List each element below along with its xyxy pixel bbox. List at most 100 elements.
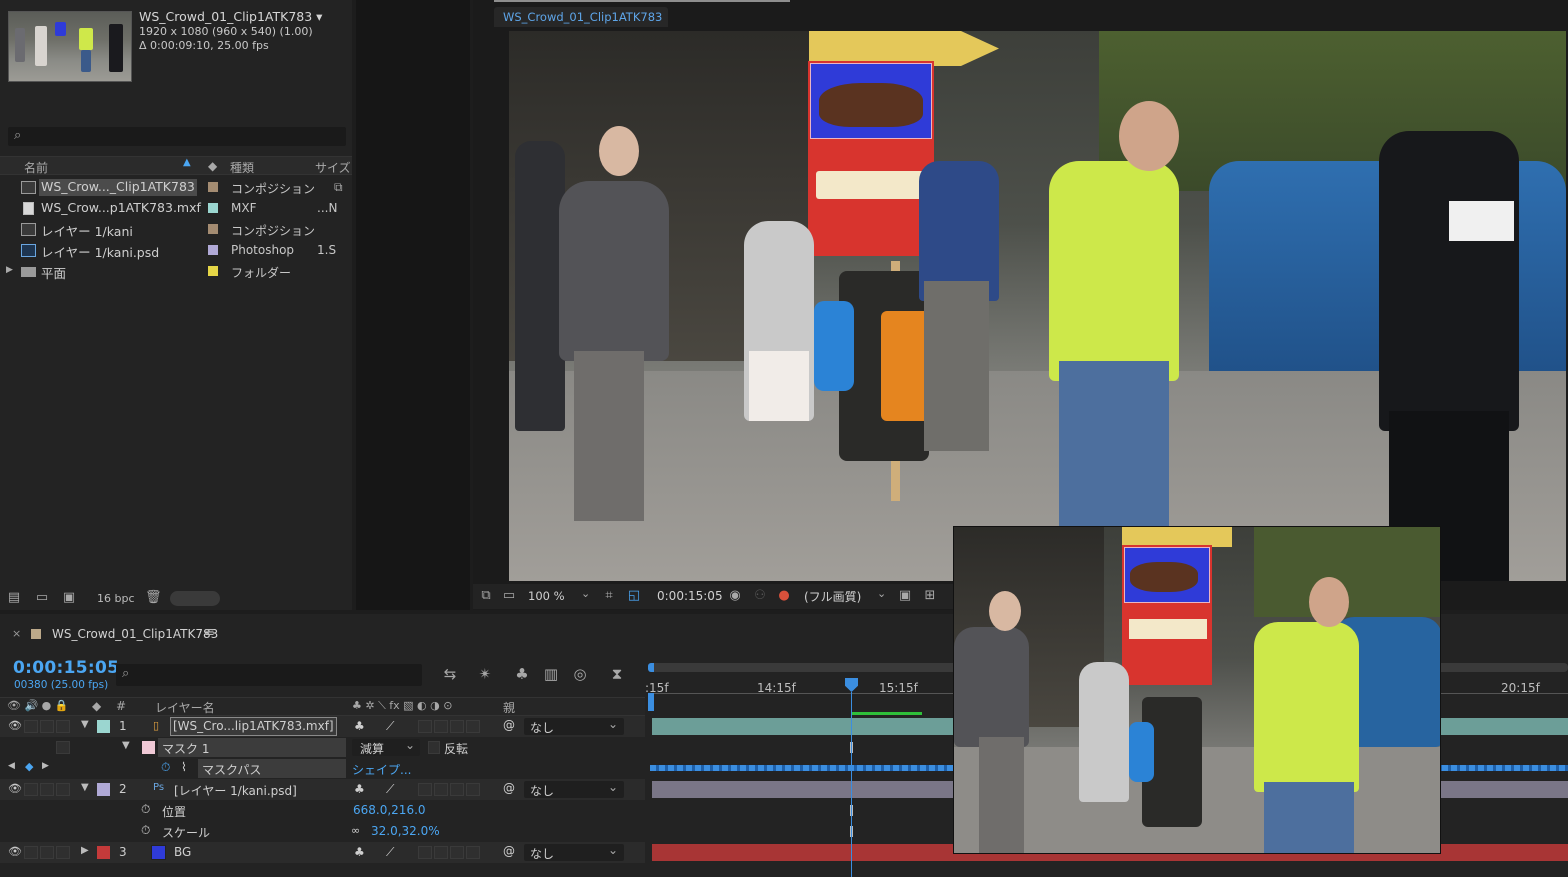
sort-ascending-icon[interactable]: ▲ <box>183 157 191 168</box>
mask-visibility-icon[interactable]: ◱ <box>626 588 642 604</box>
viewer-tab[interactable]: WS_Crowd_01_Clip1ATK783 <box>494 7 668 27</box>
column-type[interactable]: 種類 <box>230 159 254 176</box>
mask-name[interactable]: マスク 1 <box>158 738 346 757</box>
switch[interactable] <box>434 783 448 796</box>
interpret-footage-icon[interactable]: ▤ <box>6 591 22 605</box>
new-composition-icon[interactable]: ▣ <box>61 591 77 605</box>
prev-keyframe-icon[interactable]: ◀ <box>8 761 15 771</box>
column-layer-name[interactable]: レイヤー名 <box>155 699 215 716</box>
invert-checkbox[interactable] <box>428 741 440 754</box>
quality-icon[interactable]: ⟋ <box>386 845 394 860</box>
shy-layers-icon[interactable]: ♣ <box>512 664 532 684</box>
shy-icon[interactable]: ♣ <box>354 719 365 733</box>
lock-switch[interactable] <box>56 846 70 859</box>
switch[interactable] <box>434 846 448 859</box>
switch[interactable] <box>466 846 480 859</box>
transparency-grid-icon[interactable]: ⊞ <box>922 588 938 604</box>
eye-icon[interactable]: 👁 <box>8 782 22 795</box>
pick-whip-icon[interactable]: @ <box>503 781 515 795</box>
lock-switch[interactable] <box>56 720 70 733</box>
column-name[interactable]: 名前 <box>24 159 48 176</box>
mask-color-swatch[interactable] <box>142 741 155 754</box>
column-size[interactable]: サイズ <box>315 159 351 176</box>
panel-menu-icon[interactable]: ≡ <box>204 625 215 640</box>
project-item-kani-psd[interactable]: レイヤー 1/kani.psd Photoshop 1.S <box>0 240 352 261</box>
chevron-down-icon[interactable]: ⌄ <box>877 587 886 600</box>
disclosure-triangle-icon[interactable]: ▼ <box>122 740 130 751</box>
label-tag-icon[interactable]: ◆ <box>208 159 217 173</box>
switch[interactable] <box>450 783 464 796</box>
stopwatch-icon[interactable]: ⏱ <box>161 760 170 775</box>
label-swatch[interactable] <box>97 846 110 859</box>
disclosure-triangle-icon[interactable]: ▼ <box>81 782 89 793</box>
trash-icon[interactable]: 🗑 <box>145 591 162 605</box>
column-number[interactable]: # <box>116 699 126 713</box>
graph-editor-icon[interactable]: ⧗ <box>607 664 627 684</box>
playhead-line[interactable] <box>851 692 852 877</box>
scale-row[interactable]: ⏱ スケール ∞ 32.0,32.0% <box>0 821 645 842</box>
disclosure-triangle-icon[interactable]: ▼ <box>81 719 89 730</box>
av-switches-icons[interactable]: 👁 🔊 ● 🔒 <box>7 699 68 712</box>
region-of-interest-icon[interactable]: ▣ <box>897 588 913 604</box>
show-snapshot-icon[interactable]: ⚇ <box>752 588 768 604</box>
project-comp-name[interactable]: WS_Crowd_01_Clip1ATK783 ▾ <box>139 9 322 24</box>
comp-mini-flowchart-icon[interactable]: ⇆ <box>440 664 460 684</box>
parent-dropdown-1[interactable]: なし ⌄ <box>524 717 624 735</box>
project-item-mxf[interactable]: WS_Crow...p1ATK783.mxf MXF ...N <box>0 198 352 219</box>
thumbnail-size-slider[interactable] <box>170 591 220 606</box>
bit-depth-button[interactable]: 16 bpc <box>97 592 135 605</box>
zoom-dropdown[interactable]: 100 % <box>528 589 565 603</box>
fit-frame-icon[interactable]: ⌗ <box>601 588 617 604</box>
pick-whip-icon[interactable]: @ <box>503 844 515 858</box>
layer-name-2[interactable]: [レイヤー 1/kani.psd] <box>174 782 297 799</box>
mask-row[interactable]: ▼ マスク 1 減算 ⌄ 反転 <box>0 737 645 758</box>
timeline-tab[interactable]: × WS_Crowd_01_Clip1ATK783 ≡ <box>0 622 645 646</box>
project-item-comp[interactable]: WS_Crow..._Clip1ATK783 コンポジション ⧉ <box>0 177 352 198</box>
project-search-input[interactable]: ⌕ <box>8 127 346 146</box>
quality-icon[interactable]: ⟋ <box>386 782 394 797</box>
lock-switch[interactable] <box>56 783 70 796</box>
mask-mode-dropdown[interactable]: 減算 ⌄ <box>352 738 420 756</box>
eye-icon[interactable]: 👁 <box>8 845 22 858</box>
audio-switch[interactable] <box>24 720 38 733</box>
new-folder-icon[interactable]: ▭ <box>34 591 50 605</box>
current-time-display[interactable]: 0:00:15:05 <box>13 658 119 678</box>
motion-blur-icon[interactable]: ◎ <box>570 664 590 684</box>
project-item-folder[interactable]: ▶ 平面 フォルダー <box>0 261 352 282</box>
solo-switch[interactable] <box>40 720 54 733</box>
label-swatch[interactable] <box>208 182 218 192</box>
snapshot-icon[interactable]: ◉ <box>727 588 743 604</box>
solo-switch[interactable] <box>40 783 54 796</box>
switch[interactable] <box>450 846 464 859</box>
timeline-search-input[interactable]: ⌕ <box>116 664 422 686</box>
switch[interactable] <box>466 720 480 733</box>
eye-icon[interactable]: 👁 <box>8 719 22 732</box>
switch[interactable] <box>434 720 448 733</box>
graph-icon[interactable]: ⌇ <box>181 760 187 774</box>
audio-switch[interactable] <box>24 783 38 796</box>
parent-dropdown-3[interactable]: なし ⌄ <box>524 843 624 861</box>
switch[interactable] <box>418 720 432 733</box>
disclosure-triangle-icon[interactable]: ▶ <box>81 845 89 856</box>
viewer-timecode[interactable]: 0:00:15:05 <box>657 589 723 603</box>
audio-switch[interactable] <box>24 846 38 859</box>
close-icon[interactable]: × <box>12 627 21 640</box>
keyframe-diamond-icon[interactable]: ◆ <box>25 760 33 773</box>
label-swatch[interactable] <box>97 783 110 796</box>
layer-row-1[interactable]: 👁 ▼ 1 ▯ [WS_Cro...lip1ATK783.mxf] ♣ ⟋ @ … <box>0 716 645 737</box>
layer-name-1[interactable]: [WS_Cro...lip1ATK783.mxf] <box>170 717 337 736</box>
position-row[interactable]: ⏱ 位置 668.0,216.0 <box>0 800 645 821</box>
scale-value[interactable]: 32.0,32.0% <box>371 824 440 838</box>
composition-frame[interactable] <box>509 31 1566 581</box>
solo-switch[interactable] <box>40 846 54 859</box>
switch[interactable] <box>418 783 432 796</box>
label-swatch[interactable] <box>208 203 218 213</box>
switch[interactable] <box>450 720 464 733</box>
layer-row-3[interactable]: 👁 ▶ 3 BG ♣ ⟋ @ なし ⌄ <box>0 842 645 863</box>
layer-row-2[interactable]: 👁 ▼ 2 Ps [レイヤー 1/kani.psd] ♣ ⟋ @ なし ⌄ <box>0 779 645 800</box>
position-value[interactable]: 668.0,216.0 <box>353 803 426 817</box>
label-swatch[interactable] <box>208 266 218 276</box>
switch[interactable] <box>418 846 432 859</box>
color-channels-icon[interactable]: ● <box>776 588 792 604</box>
layer-switches-icons[interactable]: ♣ ✲ ⟍ fx ▧ ◐ ◑ ⊙ <box>352 699 452 713</box>
